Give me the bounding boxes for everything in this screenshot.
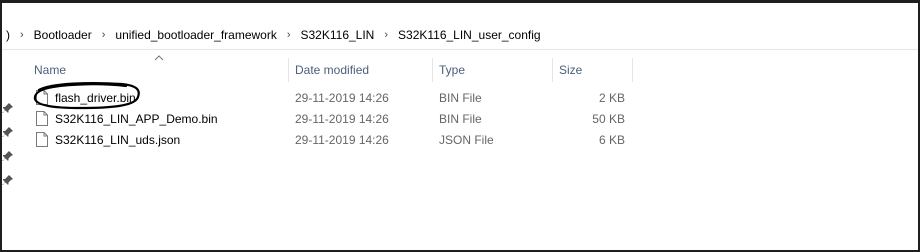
pin-icon[interactable] [2,126,14,138]
file-date-modified: 29-11-2019 14:26 [295,112,389,126]
breadcrumb-item-s32k116-lin[interactable]: S32K116_LIN [297,26,379,44]
sort-up-icon [154,55,164,61]
file-type: BIN File [439,91,482,105]
file-name: S32K116_LIN_uds.json [55,133,181,147]
column-divider[interactable] [432,58,433,82]
file-name: S32K116_LIN_APP_Demo.bin [55,112,218,126]
file-type: JSON File [439,133,494,147]
column-header-date-modified[interactable]: Date modified [295,58,369,82]
chevron-right-icon[interactable]: › [378,29,394,41]
file-icon [36,132,48,147]
breadcrumb: ) › Bootloader › unified_bootloader_fram… [2,21,918,50]
column-divider[interactable] [552,58,553,82]
column-divider[interactable] [632,58,633,82]
file-name: flash_driver.bin [55,91,136,105]
file-row[interactable]: S32K116_LIN_APP_Demo.bin 29-11-2019 14:2… [30,109,640,130]
window-frame-top [0,0,920,3]
file-row[interactable]: S32K116_LIN_uds.json 29-11-2019 14:26 JS… [30,130,640,151]
column-header-size[interactable]: Size [559,58,582,82]
breadcrumb-item-bootloader[interactable]: Bootloader [30,26,96,44]
file-date-modified: 29-11-2019 14:26 [295,133,389,147]
file-size: 50 KB [592,112,625,126]
column-divider[interactable] [288,58,289,82]
pin-icon[interactable] [2,150,14,162]
breadcrumb-item-s32k116-lin-user-config[interactable]: S32K116_LIN_user_config [394,26,545,44]
file-icon [36,111,48,126]
file-type: BIN File [439,112,482,126]
column-header-type[interactable]: Type [439,58,465,82]
file-size: 6 KB [598,133,625,147]
chevron-right-icon[interactable]: › [96,29,112,41]
chevron-right-icon[interactable]: › [281,29,297,41]
breadcrumb-edge: ) [6,28,10,42]
file-icon [36,90,48,105]
breadcrumb-item-unified-bootloader-framework[interactable]: unified_bootloader_framework [111,26,280,44]
file-row[interactable]: flash_driver.bin 29-11-2019 14:26 BIN Fi… [30,88,640,109]
pin-icon[interactable] [2,174,14,186]
chevron-right-icon[interactable]: › [14,29,30,41]
column-header-name[interactable]: Name [34,58,66,82]
pin-icon[interactable] [2,102,14,114]
file-date-modified: 29-11-2019 14:26 [295,91,389,105]
file-size: 2 KB [598,91,625,105]
